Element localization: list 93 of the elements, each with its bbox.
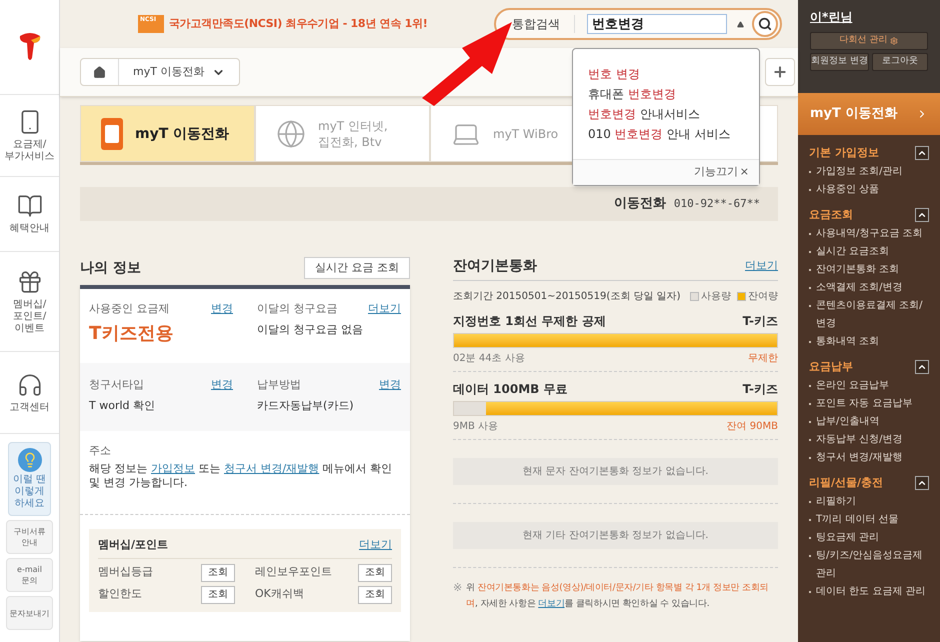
tab[interactable]: myT 이동전화 <box>80 105 255 162</box>
nav-link[interactable]: 요금제/ 부가서비스 <box>4 138 54 162</box>
usage-text: 02분 44초 사용 <box>453 352 525 366</box>
field-link[interactable]: 변경 <box>379 377 401 394</box>
suggestion-item[interactable]: 010 번호변경 안내 서비스 <box>588 125 744 144</box>
suggestion-item[interactable]: 휴대폰 번호변경 <box>588 85 744 104</box>
usage-text: 9MB 사용 <box>453 420 498 434</box>
menu-section-title: 요금조회 <box>809 206 853 223</box>
allowance-name: 지정번호 1회선 무제한 공제 <box>453 313 606 330</box>
legend-label: 잔여량 <box>748 290 778 304</box>
menu-item[interactable]: 데이터 한도 요금제 관리 <box>816 583 926 601</box>
field-value: T키즈전용 <box>89 322 174 346</box>
point-label: OK캐쉬백 <box>255 586 304 602</box>
field-link[interactable]: 변경 <box>211 377 233 394</box>
menu-item[interactable]: 잔여기본통화 조회 <box>816 261 900 279</box>
nav-link[interactable]: 고객센터 <box>10 402 50 414</box>
field-value: T world 확인 <box>89 398 156 414</box>
user-name[interactable]: 이*린님 <box>810 8 928 26</box>
search-category[interactable]: 통합검색 <box>512 15 575 33</box>
search-field[interactable]: 번호변경 <box>587 14 727 34</box>
side-link[interactable]: 문자보내기 <box>6 596 53 630</box>
account-button[interactable]: 로그아웃 <box>872 53 928 71</box>
field-label: 주소 <box>89 443 112 459</box>
plan-name: T-키즈 <box>742 313 778 330</box>
turn-off-link[interactable]: 기능끄기 <box>694 164 738 181</box>
point-label: 레인보우포인트 <box>255 564 332 580</box>
nav-link[interactable]: 멤버십/ 포인트/ 이벤트 <box>12 298 46 334</box>
plan-name: T-키즈 <box>742 381 778 398</box>
menu-item[interactable]: T끼리 데이터 선물 <box>816 511 898 529</box>
section-title: 잔여기본통화 <box>453 257 537 276</box>
line-type: 이동전화 <box>614 195 666 214</box>
menu-item[interactable]: 콘텐츠이용료결제 조회/변경 <box>816 297 929 333</box>
multi-line-button[interactable]: 다회선 관리 <box>810 32 928 50</box>
remaining-text: 잔여 90MB <box>726 420 778 434</box>
nav-link[interactable]: 혜택안내 <box>10 223 50 235</box>
query-period: 조회기간 20150501~20150519(조회 당일 일자) <box>453 290 681 304</box>
menu-item[interactable]: 사용중인 상품 <box>816 181 880 199</box>
field-label: 사용중인 요금제 <box>89 301 170 317</box>
menu-item[interactable]: 가입정보 조회/관리 <box>816 163 903 181</box>
note-mark: ※ <box>453 580 462 596</box>
realtime-fee-button[interactable]: 실시간 요금 조회 <box>304 257 410 279</box>
menu-item[interactable]: 통화내역 조회 <box>816 333 880 351</box>
lookup-button[interactable]: 조회 <box>358 586 392 604</box>
legend-label: 사용량 <box>701 290 731 304</box>
section-title: 나의 정보 <box>80 258 141 278</box>
menu-section-title: 요금납부 <box>809 358 853 375</box>
menu-item[interactable]: 온라인 요금납부 <box>816 377 890 395</box>
menu-item[interactable]: 납부/인출내역 <box>816 413 880 431</box>
phone-number: 010-92**-67** <box>674 196 760 212</box>
remaining-text: 무제한 <box>748 352 778 366</box>
info-link[interactable]: 청구서 변경/재발행 <box>224 462 320 474</box>
menu-item[interactable]: 포인트 자동 요금납부 <box>816 395 912 413</box>
address-note: 해당 정보는 가입정보 또는 청구서 변경/재발행 메뉴에서 확인 및 변경 가능합니다. <box>89 462 394 490</box>
field-link[interactable]: 변경 <box>211 301 233 318</box>
lookup-button[interactable]: 조회 <box>358 564 392 582</box>
side-link[interactable]: e-mail 문의 <box>6 558 53 592</box>
menu-item[interactable]: 실시간 요금조회 <box>816 243 890 261</box>
field-value: 카드자동납부(카드) <box>257 398 355 414</box>
breadcrumb-dropdown[interactable]: myT 이동전화 <box>119 59 240 85</box>
field-label: 이달의 청구요금 <box>257 301 338 317</box>
menu-item[interactable]: 팅/키즈/안심음성요금제 관리 <box>816 547 929 583</box>
side-link[interactable]: 구비서류 안내 <box>6 520 53 554</box>
field-value: 이달의 청구요금 없음 <box>257 322 364 338</box>
more-link[interactable]: 더보기 <box>359 537 392 554</box>
tip-card[interactable]: 이럴 땐 이렇게 하세요 <box>8 442 51 516</box>
tip-text: 이럴 땐 이렇게 하세요 <box>12 474 46 510</box>
menu-section-title: 리필/선물/충전 <box>809 474 884 491</box>
close-icon[interactable]: × <box>740 164 749 181</box>
field-link[interactable]: 더보기 <box>368 301 401 318</box>
lookup-button[interactable]: 조회 <box>201 564 235 582</box>
lookup-button[interactable]: 조회 <box>201 586 235 604</box>
field-label: 청구서타입 <box>89 377 144 393</box>
menu-item[interactable]: 청구서 변경/재발행 <box>816 449 903 467</box>
membership-title: 멤버십/포인트 <box>98 537 168 553</box>
point-label: 할인한도 <box>98 586 142 602</box>
point-label: 멤버십등급 <box>98 564 153 580</box>
info-link[interactable]: 가입정보 <box>151 462 195 474</box>
menu-item[interactable]: 리필하기 <box>816 493 856 511</box>
allowance-name: 데이터 100MB 무료 <box>453 381 568 398</box>
field-label: 납부방법 <box>257 377 301 393</box>
empty-message: 현재 문자 잔여기본통화 정보가 없습니다. <box>453 458 778 485</box>
empty-message: 현재 기타 잔여기본통화 정보가 없습니다. <box>453 522 778 549</box>
menu-item[interactable]: 사용내역/청구요금 조회 <box>816 225 923 243</box>
menu-item[interactable]: 소액결제 조회/변경 <box>816 279 903 297</box>
more-link[interactable]: 더보기 <box>538 599 565 609</box>
menu-item[interactable]: 자동납부 신청/변경 <box>816 431 903 449</box>
suggestion-item[interactable]: 번호변경 안내서비스 <box>588 105 744 124</box>
menu-item[interactable]: 팅요금제 관리 <box>816 529 880 547</box>
usage-note: 위 잔여기본통화는 음성(영상)/데이터/문자/기타 항목별 각 1개 정보만 조회되며, 자세한 사항은 더보기를 클릭하시면 확인하실 수 있습니다. <box>466 582 770 611</box>
suggestion-item[interactable]: 번호 변경 <box>588 65 744 84</box>
menu-section-title: 기본 가입정보 <box>809 144 879 161</box>
more-link[interactable]: 더보기 <box>745 258 778 275</box>
account-button[interactable]: 회원정보 변경 <box>810 53 869 71</box>
